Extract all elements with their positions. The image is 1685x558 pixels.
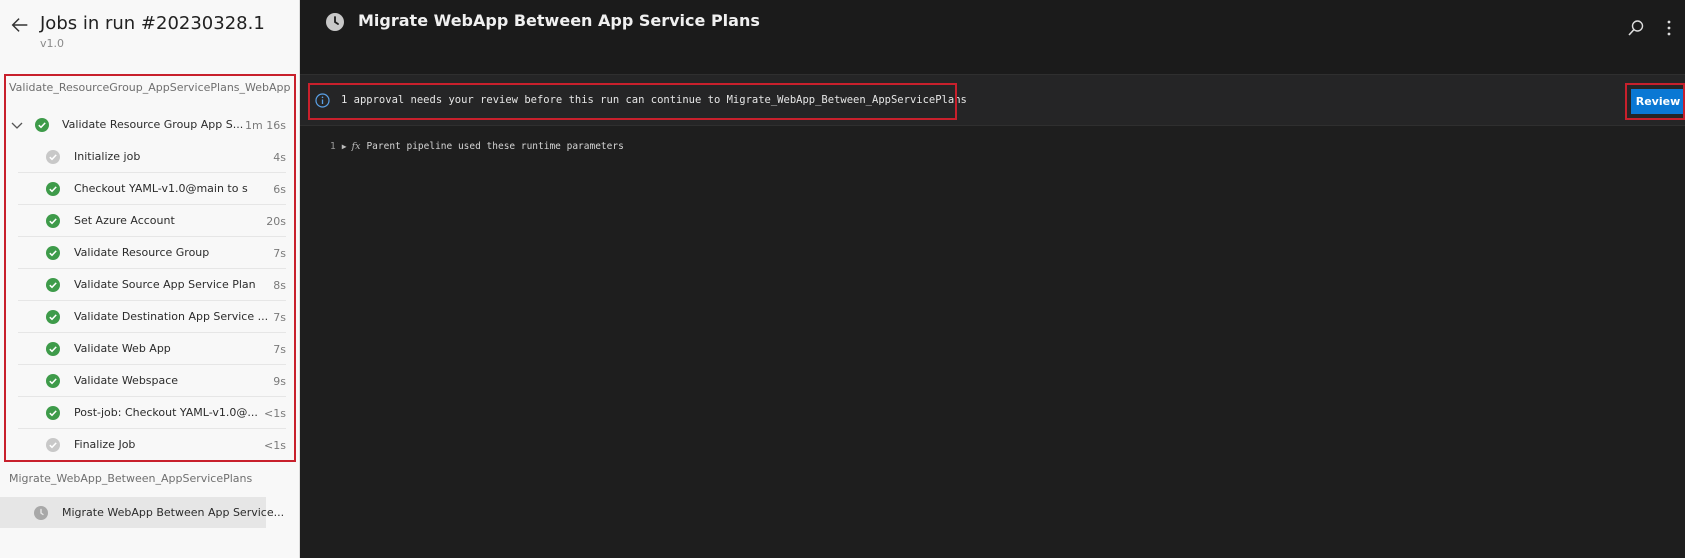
step-name: Set Azure Account <box>74 214 175 227</box>
skipped-circle-icon <box>46 150 60 164</box>
arrow-left-icon[interactable] <box>9 14 31 36</box>
step-list: Initialize job 4s Checkout YAML-v1.0@mai… <box>18 141 286 461</box>
more-vertical-icon[interactable] <box>1663 18 1675 38</box>
review-button[interactable]: Review <box>1631 89 1685 114</box>
check-circle-icon <box>35 118 49 132</box>
triangle-right-icon[interactable]: ▶ <box>342 142 347 151</box>
check-circle-icon <box>46 374 60 388</box>
info-icon <box>315 93 330 108</box>
step-duration: 7s <box>273 247 286 260</box>
clock-icon <box>34 506 48 520</box>
chevron-down-icon[interactable] <box>10 118 24 132</box>
stage-label: Validate_ResourceGroup_AppServicePlans_W… <box>9 81 291 94</box>
log-text: Parent pipeline used these runtime param… <box>366 141 624 152</box>
log-line[interactable]: 1 ▶ fx Parent pipeline used these runtime p… <box>330 141 624 152</box>
step-row[interactable]: Validate Webspace 9s <box>18 365 286 397</box>
log-output: 1 ▶ fx Parent pipeline used these runtime p… <box>300 126 1685 558</box>
step-row[interactable]: Set Azure Account 20s <box>18 205 286 237</box>
step-row[interactable]: Validate Web App 7s <box>18 333 286 365</box>
panel-title: Jobs in run #20230328.1 <box>40 13 265 34</box>
check-circle-icon <box>46 310 60 324</box>
job-name: Migrate WebApp Between App Service... <box>62 506 285 519</box>
check-circle-icon <box>46 342 60 356</box>
step-duration: 4s <box>273 151 286 164</box>
step-name: Validate Resource Group <box>74 246 210 259</box>
clock-icon <box>326 13 344 31</box>
step-name: Initialize job <box>74 150 141 163</box>
panel-version: v1.0 <box>40 37 65 50</box>
check-circle-icon <box>46 406 60 420</box>
search-icon[interactable] <box>1627 19 1645 37</box>
stage-label: Migrate_WebApp_Between_AppServicePlans <box>9 472 253 485</box>
step-duration: 20s <box>266 215 286 228</box>
step-row[interactable]: Finalize Job <1s <box>18 429 286 461</box>
job-row-migrate[interactable]: Migrate WebApp Between App Service... <box>0 497 284 528</box>
job-name: Validate Resource Group App S... <box>62 118 244 131</box>
check-circle-icon <box>46 214 60 228</box>
line-number: 1 <box>330 141 336 152</box>
step-name: Validate Web App <box>74 342 171 355</box>
check-circle-icon <box>46 278 60 292</box>
header: Migrate WebApp Between App Service Plans <box>300 0 1685 74</box>
check-circle-icon <box>46 246 60 260</box>
step-name: Post-job: Checkout YAML-v1.0@... <box>74 406 258 419</box>
step-duration: 7s <box>273 311 286 324</box>
step-row[interactable]: Checkout YAML-v1.0@main to s 6s <box>18 173 286 205</box>
step-name: Validate Webspace <box>74 374 179 387</box>
step-duration: <1s <box>264 439 286 452</box>
step-name: Validate Source App Service Plan <box>74 278 256 291</box>
step-row[interactable]: Post-job: Checkout YAML-v1.0@... <1s <box>18 397 286 429</box>
page-title: Migrate WebApp Between App Service Plans <box>358 11 760 30</box>
job-row-validate[interactable]: Validate Resource Group App S... 1m 16s <box>6 109 292 141</box>
step-row[interactable]: Validate Resource Group 7s <box>18 237 286 269</box>
step-row[interactable]: Validate Destination App Service ... 7s <box>18 301 286 333</box>
step-row[interactable]: Initialize job 4s <box>18 141 286 173</box>
approval-banner: 1 approval needs your review before this… <box>300 74 1685 126</box>
approval-message: 1 approval needs your review before this… <box>341 94 967 106</box>
jobs-panel: Jobs in run #20230328.1 v1.0 Validate_Re… <box>0 0 300 558</box>
step-duration: <1s <box>264 407 286 420</box>
log-view: Migrate WebApp Between App Service Plans… <box>300 0 1685 558</box>
step-row[interactable]: Validate Source App Service Plan 8s <box>18 269 286 301</box>
step-name: Validate Destination App Service ... <box>74 310 269 323</box>
fx-icon: fx <box>351 141 361 152</box>
job-duration: 1m 16s <box>245 119 286 132</box>
check-circle-icon <box>46 182 60 196</box>
skipped-circle-icon <box>46 438 60 452</box>
step-duration: 7s <box>273 343 286 356</box>
step-duration: 8s <box>273 279 286 292</box>
step-name: Checkout YAML-v1.0@main to s <box>74 182 248 195</box>
step-duration: 9s <box>273 375 286 388</box>
step-duration: 6s <box>273 183 286 196</box>
step-name: Finalize Job <box>74 438 136 451</box>
